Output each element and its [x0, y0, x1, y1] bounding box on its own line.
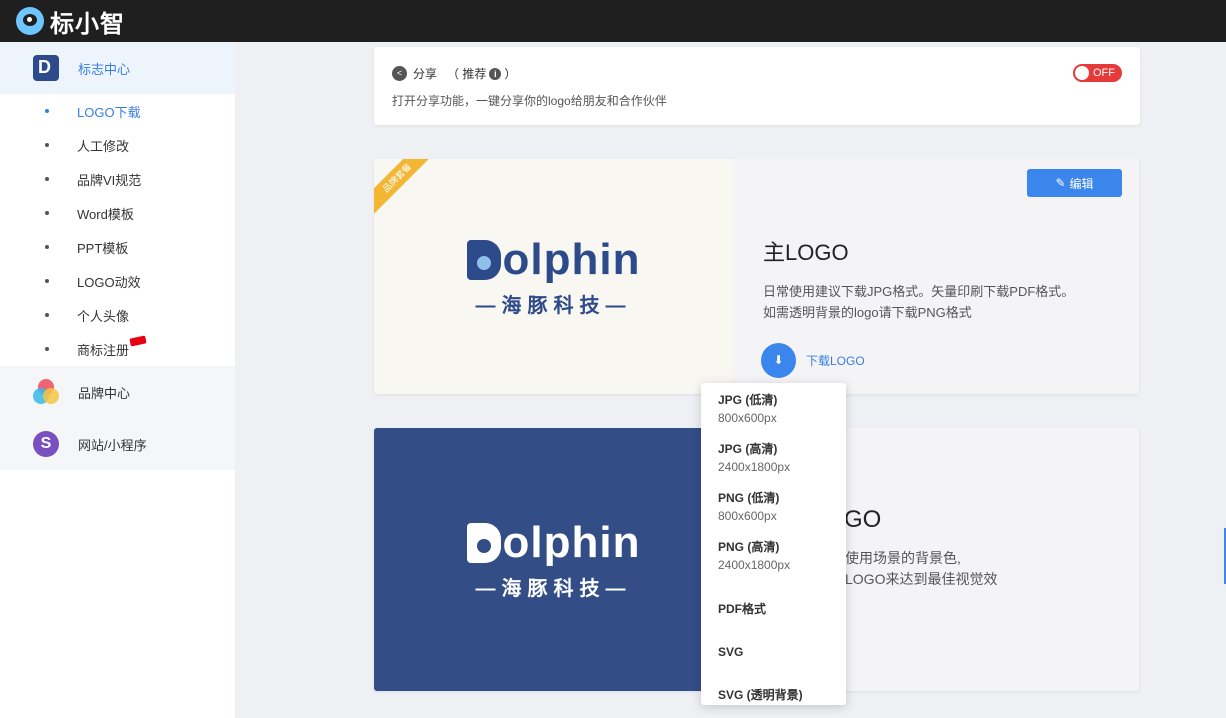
menu-item-jpg-low[interactable]: JPG (低清) 800x600px — [718, 391, 846, 440]
menu-item-size: 800x600px — [718, 509, 777, 523]
bullet-icon — [45, 109, 49, 113]
main-logo-desc-line2: 如需透明背景的logo请下载PNG格式 — [763, 305, 972, 320]
sidebar-item-label: LOGO动效 — [77, 274, 141, 290]
menu-item-png-high[interactable]: PNG (高清) 2400x1800px — [718, 538, 846, 587]
menu-item-title: PNG (高清) — [718, 540, 780, 554]
sidebar-item-brand-vi[interactable]: 品牌VI规范 — [0, 162, 235, 196]
edit-label: 编辑 — [1069, 176, 1094, 191]
inverse-desc-line1: 使用场景的背景色, — [845, 550, 961, 566]
share-recommend: （ 推荐 — [447, 67, 487, 81]
menu-item-jpg-high[interactable]: JPG (高清) 2400x1800px — [718, 440, 846, 489]
logo-wordmark: olphin — [466, 235, 641, 285]
logo-tagline: —海豚科技— — [475, 295, 632, 317]
sidebar-item-manual-edit[interactable]: 人工修改 — [0, 128, 235, 162]
bullet-icon — [45, 143, 49, 147]
share-header: < 分享 （ 推荐 i ） — [392, 65, 1122, 82]
logo-center-submenu: LOGO下载 人工修改 品牌VI规范 Word模板 PPT模板 LOGO动效 个… — [0, 94, 235, 366]
inverse-desc-line2: LOGO来达到最佳视觉效 — [845, 571, 998, 587]
sidebar-item-logo-download[interactable]: LOGO下载 — [0, 94, 235, 128]
dolphin-d-icon — [466, 523, 501, 563]
dolphin-d-icon — [33, 55, 59, 81]
wordmark-text: olphin — [502, 235, 641, 284]
share-toggle[interactable]: OFF — [1073, 64, 1122, 82]
bullet-icon — [45, 279, 49, 283]
pencil-icon: ✎ — [1055, 176, 1066, 190]
sidebar-section-label: 标志中心 — [78, 61, 131, 77]
bullet-icon — [45, 245, 49, 249]
menu-item-pdf[interactable]: PDF格式 — [718, 587, 846, 630]
menu-item-title: JPG (高清) — [718, 442, 778, 456]
sidebar-item-word-template[interactable]: Word模板 — [0, 196, 235, 230]
menu-item-svg-transparent[interactable]: SVG (透明背景) — [718, 673, 846, 716]
sidebar-item-label: LOGO下载 — [77, 104, 141, 120]
menu-item-title: PDF格式 — [718, 602, 767, 616]
sidebar-item-ppt-template[interactable]: PPT模板 — [0, 230, 235, 264]
menu-item-title: SVG (透明背景) — [718, 688, 803, 702]
bullet-icon — [45, 177, 49, 181]
s-site-icon: S — [33, 431, 59, 457]
inverse-logo-preview: olphin —海豚科技— — [374, 428, 733, 691]
share-icon: < — [392, 66, 407, 81]
sidebar: 标志中心 LOGO下载 人工修改 品牌VI规范 Word模板 PPT模板 LOG… — [0, 42, 235, 718]
sidebar-item-label: Word模板 — [77, 206, 134, 222]
menu-item-title: SVG — [718, 644, 744, 659]
menu-item-title: PNG (低清) — [718, 491, 780, 505]
sidebar-item-label: 人工修改 — [77, 138, 130, 154]
share-card: < 分享 （ 推荐 i ） 打开分享功能，一键分享你的logo给朋友和合作伙伴 … — [374, 47, 1140, 125]
info-icon[interactable]: i — [489, 67, 502, 80]
sidebar-section-label: 网站/小程序 — [78, 437, 147, 453]
sidebar-section-website[interactable]: S 网站/小程序 — [0, 418, 235, 470]
download-format-menu: JPG (低清) 800x600px JPG (高清) 2400x1800px … — [701, 383, 846, 705]
sidebar-section-brand-center[interactable]: 品牌中心 — [0, 366, 235, 418]
edit-button[interactable]: ✎ 编辑 — [1027, 169, 1122, 197]
main-logo-card: 品牌套餐 olphin —海豚科技— ✎ 编辑 主LOGO 日常使用建议下载JP… — [374, 159, 1139, 394]
menu-item-title: JPG (低清) — [718, 393, 778, 407]
share-title: 分享 — [413, 67, 438, 81]
sidebar-item-avatar[interactable]: 个人头像 — [0, 298, 235, 332]
sidebar-item-trademark[interactable]: 商标注册 — [0, 332, 235, 366]
menu-item-svg[interactable]: SVG — [718, 630, 846, 673]
download-icon: ⬇ — [761, 343, 796, 378]
menu-item-size: 2400x1800px — [718, 460, 791, 474]
main-logo-preview: 品牌套餐 olphin —海豚科技— — [374, 159, 733, 394]
bullet-icon — [45, 347, 49, 351]
sidebar-item-label: 个人头像 — [77, 308, 130, 324]
brand-rings-icon — [33, 379, 59, 405]
sidebar-section-logo-center[interactable]: 标志中心 — [0, 42, 235, 94]
download-label: 下载LOGO — [806, 354, 865, 368]
main-logo-title: 主LOGO — [763, 240, 849, 265]
sidebar-item-logo-animation[interactable]: LOGO动效 — [0, 264, 235, 298]
wordmark-text: olphin — [502, 518, 641, 567]
menu-item-png-low[interactable]: PNG (低清) 800x600px — [718, 489, 846, 538]
app-logo-icon[interactable] — [16, 7, 44, 35]
main-logo-desc-line1: 日常使用建议下载JPG格式。矢量印刷下载PDF格式。 — [763, 284, 1075, 299]
main-logo-info: ✎ 编辑 主LOGO 日常使用建议下载JPG格式。矢量印刷下载PDF格式。 如需… — [733, 159, 1139, 394]
hot-flag-icon — [129, 335, 147, 347]
sidebar-item-label: 品牌VI规范 — [77, 172, 142, 188]
dolphin-d-icon — [466, 240, 501, 280]
logo-wordmark: olphin — [466, 518, 641, 568]
bullet-icon — [45, 313, 49, 317]
toggle-label: OFF — [1093, 67, 1115, 79]
logo-tagline: —海豚科技— — [475, 578, 632, 600]
menu-item-size: 800x600px — [718, 411, 777, 425]
bullet-icon — [45, 211, 49, 215]
sidebar-section-label: 品牌中心 — [78, 385, 131, 401]
brand-package-ribbon: 品牌套餐 — [374, 159, 436, 217]
sidebar-item-label: PPT模板 — [77, 240, 129, 256]
download-logo-button[interactable]: ⬇ 下载LOGO — [761, 343, 865, 378]
share-description: 打开分享功能，一键分享你的logo给朋友和合作伙伴 — [392, 94, 667, 108]
sidebar-item-label: 商标注册 — [77, 342, 130, 358]
menu-item-size: 2400x1800px — [718, 558, 791, 572]
app-name[interactable]: 标小智 — [50, 4, 125, 39]
share-recommend-close: ） — [504, 67, 517, 81]
top-bar: 标小智 — [0, 0, 1226, 42]
